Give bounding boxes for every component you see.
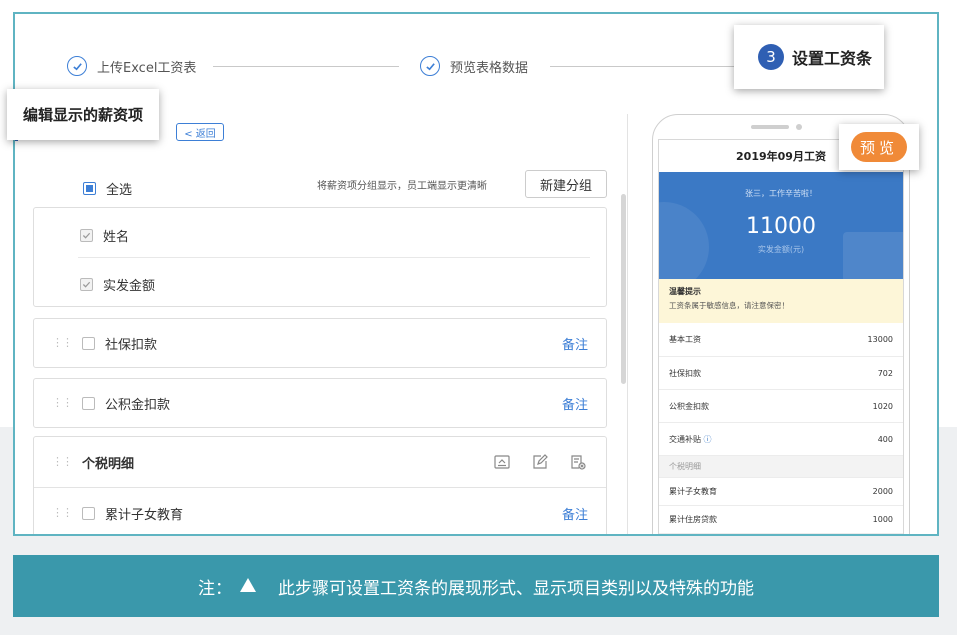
tip-title: 温馨提示 [669,287,701,296]
greeting: 张三，工作辛苦啦！ [745,189,817,198]
group-hint: 将薪资项分组显示，员工端显示更清晰 [317,181,487,192]
step-connector [213,66,399,67]
speaker [751,125,789,129]
triangle-icon [240,578,256,592]
group-title: 个税明细 [82,456,135,472]
drag-handle-icon[interactable]: ⋮⋮ [52,507,73,518]
step-number: 3 [758,44,784,70]
preview-callout: 预览 [839,124,919,170]
info-icon[interactable]: ⓘ [704,435,712,444]
select-all-checkbox[interactable]: 全选 [83,179,132,198]
scrollbar[interactable] [621,194,626,384]
tip-text: 工资条属于敏感信息，请注意保密！ [669,301,789,310]
step-label: 上传Excel工资表 [97,60,197,76]
privacy-tip: 温馨提示 工资条属于敏感信息，请注意保密！ [659,279,903,323]
note-link[interactable]: 备注 [562,334,588,353]
check-circle-icon [420,56,440,76]
new-group-button[interactable]: 新建分组 [525,170,607,198]
drag-handle-icon[interactable]: ⋮⋮ [52,397,73,408]
note-link[interactable]: 备注 [562,504,588,523]
caption-text: 此步骤可设置工资条的展现形式、显示项目类别以及特殊的功能 [278,578,754,599]
divider [78,257,590,258]
phone-screen: 2019年09月工资 张三，工作辛苦啦！ 11000 实发金额(元) 温馨提示 … [658,139,904,534]
caption-prefix: 注： [198,578,232,599]
payslip-row: 累计住房贷款 1000 [659,506,903,534]
group-card: ⋮⋮ 个税明细 ⋮⋮ 累计子女教育 备注 [33,436,607,534]
item-label: 累计子女教育 [105,507,184,523]
back-button[interactable]: < 返回 [176,123,224,141]
collapse-icon[interactable] [492,453,512,471]
payslip-row: 累计子女教育 2000 [659,478,903,506]
net-amount: 11000 [746,214,816,239]
drag-handle-icon[interactable]: ⋮⋮ [52,337,73,348]
step-label: 预览表格数据 [450,60,529,76]
step-label: 设置工资条 [792,49,873,68]
checked-disabled-icon [80,278,93,291]
note-link[interactable]: 备注 [562,394,588,413]
payslip-row: 基本工资 13000 [659,323,903,357]
list-item[interactable]: ⋮⋮ 公积金扣款 备注 [33,378,607,428]
payslip-row: 公积金扣款 1020 [659,390,903,423]
fixed-item-net-pay: 实发金额 [80,275,155,294]
item-label: 社保扣款 [105,337,158,353]
payslip-row: 社保扣款 702 [659,357,903,390]
item-label: 实发金额 [103,279,156,294]
group-header[interactable]: ⋮⋮ 个税明细 [34,437,606,487]
camera [796,124,802,130]
checkbox-icon[interactable] [82,336,95,350]
item-label: 姓名 [103,230,130,245]
checkbox-icon[interactable] [82,396,95,410]
editor-title: 编辑显示的薪资项 [7,89,159,140]
payslip-header: 张三，工作辛苦啦！ 11000 实发金额(元) [659,172,903,279]
list-item[interactable]: ⋮⋮ 累计子女教育 备注 [34,488,606,534]
phone-preview: 2019年09月工资 张三，工作辛苦啦！ 11000 实发金额(元) 温馨提示 … [652,114,910,534]
check-circle-icon [67,56,87,76]
payslip-row: 交通补贴 ⓘ 400 [659,423,903,456]
drag-handle-icon[interactable]: ⋮⋮ [52,456,73,467]
step-preview-data[interactable]: 预览表格数据 [420,56,528,76]
fixed-item-name: 姓名 [80,226,129,245]
fixed-items-card: 姓名 实发金额 [33,207,607,307]
step-upload[interactable]: 上传Excel工资表 [67,56,196,76]
net-amount-label: 实发金额(元) [757,245,805,254]
payslip-group-header: 个税明细 [659,456,903,478]
checked-disabled-icon [80,229,93,242]
checkbox-icon[interactable] [82,506,95,520]
step-connector [550,66,748,67]
step-set-payslip[interactable]: 3 设置工资条 [734,25,884,89]
delete-icon[interactable] [568,453,588,471]
list-item[interactable]: ⋮⋮ 社保扣款 备注 [33,318,607,368]
pane-divider [627,114,628,534]
checkbox-icon [83,182,96,195]
caption-banner: 注： 此步骤可设置工资条的展现形式、显示项目类别以及特殊的功能 [13,555,939,617]
edit-icon[interactable] [530,453,550,471]
item-label: 公积金扣款 [105,397,171,413]
preview-button[interactable]: 预览 [851,132,907,162]
select-all-label: 全选 [106,183,133,198]
